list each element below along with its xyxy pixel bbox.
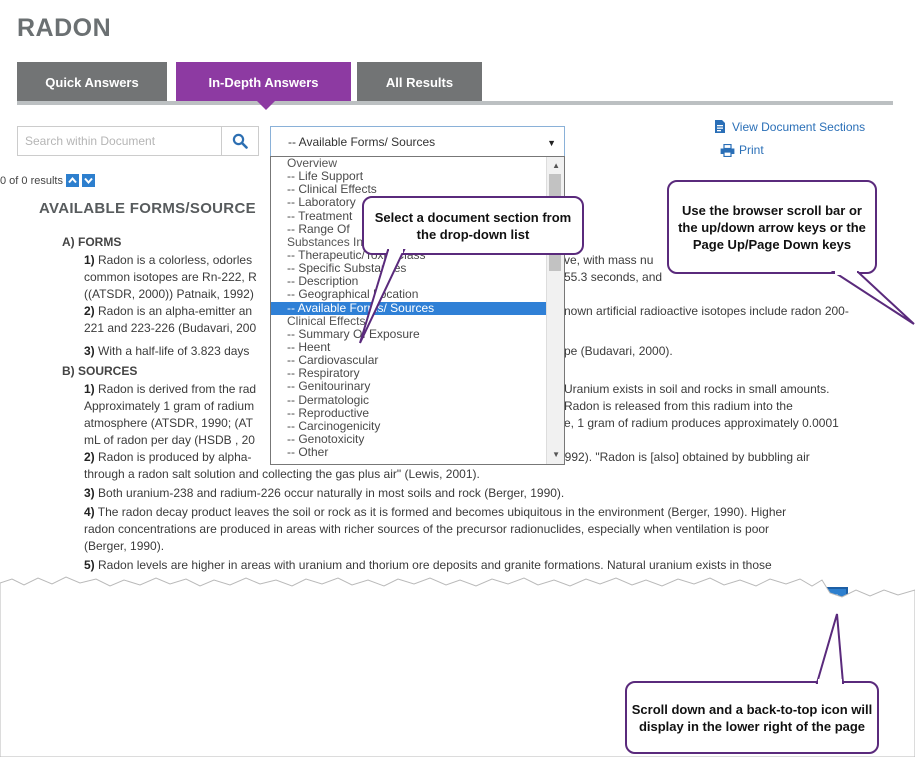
callout-scroll-instructions: Use the browser scroll bar or the up/dow…	[667, 180, 877, 274]
callout-pointer-scroll	[830, 270, 915, 325]
callout-pointer-select	[359, 248, 406, 344]
callout-back-to-top: Scroll down and a back-to-top icon will …	[625, 681, 879, 754]
callout-pointer-back-to-top	[815, 613, 845, 685]
callout-select-section: Select a document section from the drop-…	[362, 196, 584, 255]
torn-paper-edge	[0, 576, 915, 757]
